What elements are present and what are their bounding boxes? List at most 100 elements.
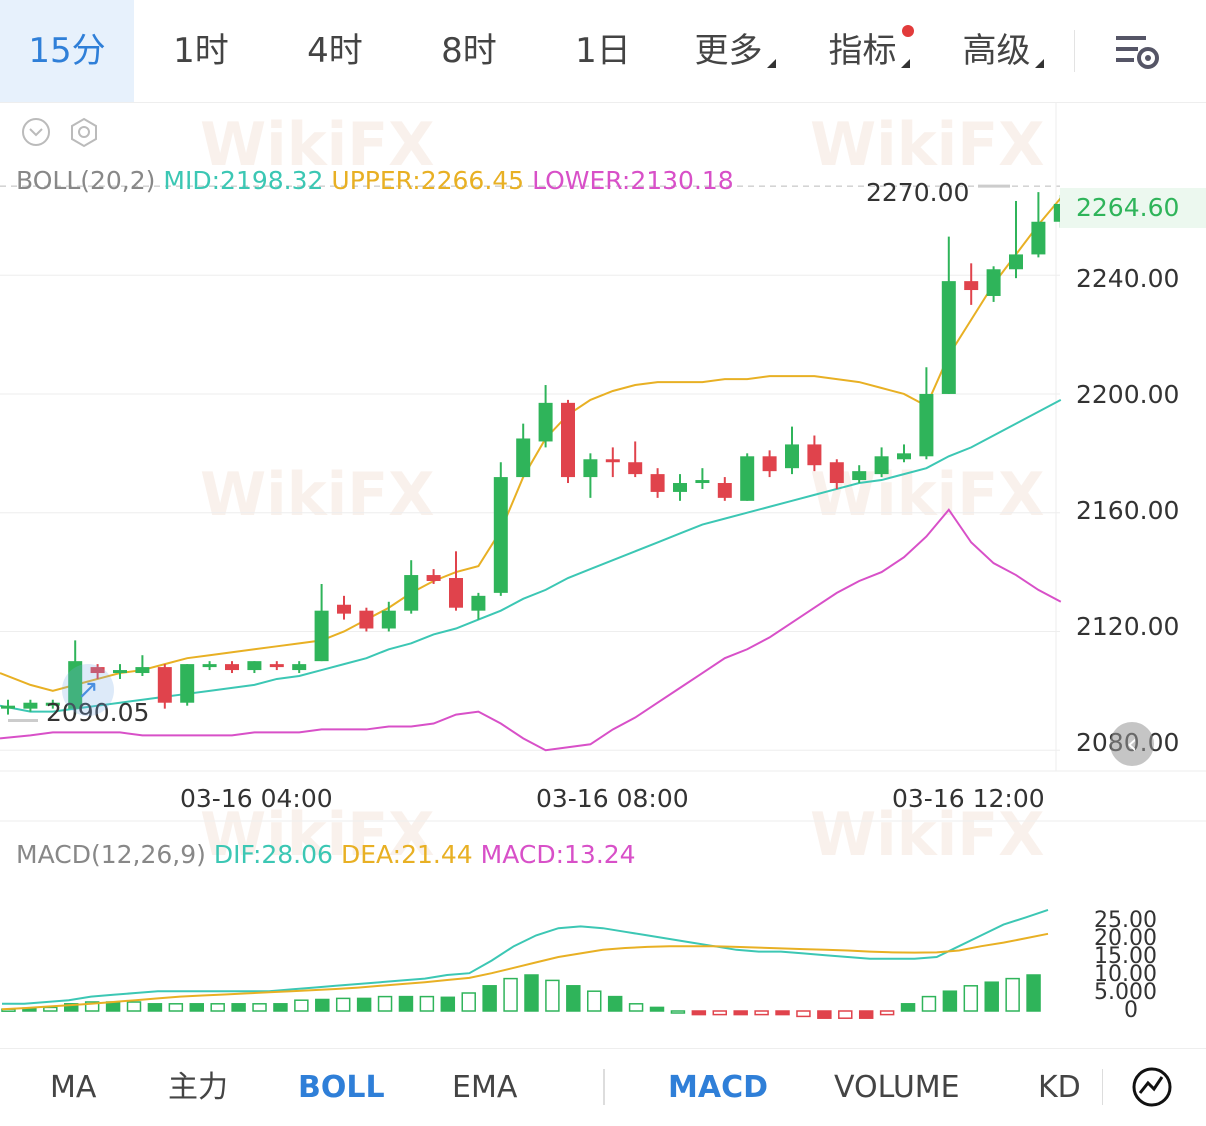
dropdown-caret-icon — [900, 59, 910, 68]
macd-bar — [419, 995, 435, 1012]
macd-tick: 0 — [1124, 998, 1138, 1023]
tab-boll[interactable]: BOLL — [298, 1049, 385, 1126]
boll-legend: BOLL(20,2) MID:2198.32 UPPER:2266.45 LOWER:… — [16, 166, 742, 195]
macd-bar — [587, 990, 602, 1012]
macd-bar — [942, 990, 958, 1012]
tab-8h[interactable]: 8时 — [402, 0, 536, 102]
timeframe-tabs: 15分 1时 4时 8时 1日 更多 指标 高级 — [0, 0, 1206, 103]
macd-bar — [189, 1003, 205, 1012]
candle-body — [180, 664, 195, 703]
candle-body — [717, 483, 732, 498]
macd-bar — [691, 1010, 707, 1016]
tab-more-label: 更多 — [694, 31, 763, 71]
candle-body — [852, 471, 867, 481]
macd-bar — [168, 1003, 184, 1012]
macd-bar — [649, 1006, 665, 1012]
expand-arrow-icon[interactable]: ↗ — [62, 664, 114, 716]
macd-bar — [252, 1003, 267, 1012]
boll-lower-line — [0, 508, 1062, 752]
candle-body — [225, 664, 239, 671]
candle-body — [157, 667, 172, 703]
candle-body — [314, 610, 329, 662]
tab-1h[interactable]: 1时 — [134, 0, 268, 102]
tab-15min[interactable]: 15分 — [0, 0, 134, 102]
notification-dot-icon — [902, 25, 914, 37]
macd-bar — [628, 1003, 644, 1012]
macd-bar — [273, 1003, 288, 1012]
macd-bar — [879, 1010, 895, 1016]
price-chart[interactable] — [0, 103, 1206, 1048]
macd-bar — [335, 997, 351, 1012]
current-price-label: 2264.60 — [1076, 193, 1180, 222]
macd-bar — [524, 974, 539, 1012]
candle-body — [695, 480, 710, 484]
macd-bar — [796, 1010, 811, 1018]
collapse-toggle-icon[interactable] — [20, 116, 52, 148]
dropdown-caret-icon — [1034, 59, 1044, 68]
tab-macd[interactable]: MACD — [668, 1049, 768, 1126]
candle-body — [986, 269, 1001, 296]
tab-volume[interactable]: VOLUME — [834, 1049, 960, 1126]
indicator-tabs: MA 主力 BOLL EMA MACD VOLUME KD — [0, 1048, 1206, 1126]
tab-1d[interactable]: 1日 — [536, 0, 670, 102]
tab-kd[interactable]: KD — [1038, 1049, 1081, 1126]
tab-more[interactable]: 更多 — [680, 0, 790, 102]
time-tick: 03-16 08:00 — [536, 784, 689, 813]
time-tick: 03-16 04:00 — [180, 784, 333, 813]
price-tick: 2240.00 — [1076, 264, 1180, 293]
tab-advanced[interactable]: 高级 — [948, 0, 1058, 102]
tab-advanced-label: 高级 — [962, 31, 1031, 71]
candle-body — [874, 456, 889, 475]
chart-settings-icon[interactable] — [1114, 32, 1162, 72]
candle-body — [202, 664, 217, 668]
candle-body — [292, 664, 307, 671]
tab-ma[interactable]: MA — [50, 1049, 96, 1126]
candle-body — [785, 444, 799, 469]
candle-body — [23, 702, 38, 709]
macd-bar — [838, 1010, 853, 1019]
candle-body — [829, 462, 844, 484]
macd-bar — [231, 1003, 246, 1012]
macd-bar — [1005, 977, 1020, 1012]
price-tick: 2160.00 — [1076, 496, 1180, 525]
candle-body — [583, 459, 598, 478]
macd-bar — [461, 992, 476, 1012]
tab-divider — [1074, 30, 1075, 72]
indicator-settings-icon[interactable] — [68, 116, 100, 148]
macd-bar — [607, 995, 623, 1012]
candle-body — [762, 456, 777, 472]
candle-body — [561, 402, 575, 478]
macd-bar — [315, 998, 330, 1012]
candle-body — [449, 578, 463, 608]
candle-body — [650, 474, 665, 492]
macd-bar — [984, 981, 999, 1012]
candle-body — [941, 281, 956, 394]
macd-dif: DIF:28.06 — [213, 840, 333, 869]
candle-body — [404, 575, 419, 611]
macd-dea: DEA:21.44 — [340, 840, 473, 869]
candle-body — [1009, 254, 1023, 270]
drawing-tool-icon[interactable] — [1130, 1065, 1174, 1109]
candle-body — [919, 393, 934, 457]
scroll-back-button[interactable]: ‹ — [1110, 722, 1154, 766]
high-price-marker: 2270.00 — [866, 178, 970, 207]
time-tick: 03-16 12:00 — [892, 784, 1045, 813]
macd-bar — [147, 1003, 163, 1012]
tab-4h[interactable]: 4时 — [268, 0, 402, 102]
macd-bar — [356, 997, 372, 1012]
candle-body — [628, 462, 643, 475]
tab-main-force[interactable]: 主力 — [168, 1049, 228, 1126]
candle-body — [605, 459, 620, 463]
macd-bar — [921, 995, 937, 1012]
macd-bar — [294, 999, 309, 1012]
macd-bar — [398, 995, 414, 1012]
tab-ema[interactable]: EMA — [452, 1049, 517, 1126]
macd-bar — [377, 995, 393, 1012]
tab-divider — [1102, 1069, 1103, 1105]
macd-value: MACD:13.24 — [480, 840, 636, 869]
boll-name: BOLL(20,2) — [16, 166, 156, 195]
candle-body — [269, 664, 284, 668]
candle-body — [1031, 221, 1046, 255]
candle-body — [897, 453, 911, 460]
tab-indicators[interactable]: 指标 — [814, 0, 924, 102]
